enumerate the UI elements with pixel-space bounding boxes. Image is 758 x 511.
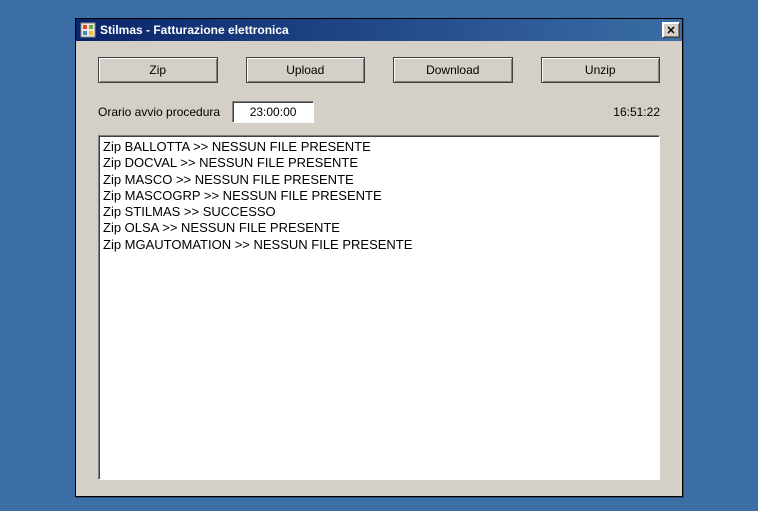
log-output[interactable]: Zip BALLOTTA >> NESSUN FILE PRESENTE Zip… — [98, 135, 660, 480]
close-button[interactable]: ✕ — [662, 22, 680, 38]
app-icon — [80, 22, 96, 38]
log-line: Zip MGAUTOMATION >> NESSUN FILE PRESENTE — [103, 237, 655, 253]
toolbar: Zip Upload Download Unzip — [98, 57, 660, 83]
log-line: Zip DOCVAL >> NESSUN FILE PRESENTE — [103, 155, 655, 171]
schedule-row: Orario avvio procedura 23:00:00 16:51:22 — [98, 101, 660, 123]
log-line: Zip MASCO >> NESSUN FILE PRESENTE — [103, 172, 655, 188]
current-time: 16:51:22 — [613, 105, 660, 119]
schedule-time-input[interactable]: 23:00:00 — [232, 101, 314, 123]
client-area: Zip Upload Download Unzip Orario avvio p… — [76, 41, 682, 496]
unzip-button[interactable]: Unzip — [541, 57, 661, 83]
app-window: Stilmas - Fatturazione elettronica ✕ Zip… — [75, 18, 683, 497]
log-line: Zip OLSA >> NESSUN FILE PRESENTE — [103, 220, 655, 236]
close-icon: ✕ — [666, 24, 675, 37]
schedule-time-value: 23:00:00 — [250, 105, 297, 119]
log-line: Zip MASCOGRP >> NESSUN FILE PRESENTE — [103, 188, 655, 204]
log-line: Zip BALLOTTA >> NESSUN FILE PRESENTE — [103, 139, 655, 155]
upload-button[interactable]: Upload — [246, 57, 366, 83]
log-line: Zip STILMAS >> SUCCESSO — [103, 204, 655, 220]
download-button[interactable]: Download — [393, 57, 513, 83]
zip-button[interactable]: Zip — [98, 57, 218, 83]
titlebar: Stilmas - Fatturazione elettronica ✕ — [76, 19, 682, 41]
schedule-label: Orario avvio procedura — [98, 105, 220, 119]
window-title: Stilmas - Fatturazione elettronica — [100, 23, 662, 37]
